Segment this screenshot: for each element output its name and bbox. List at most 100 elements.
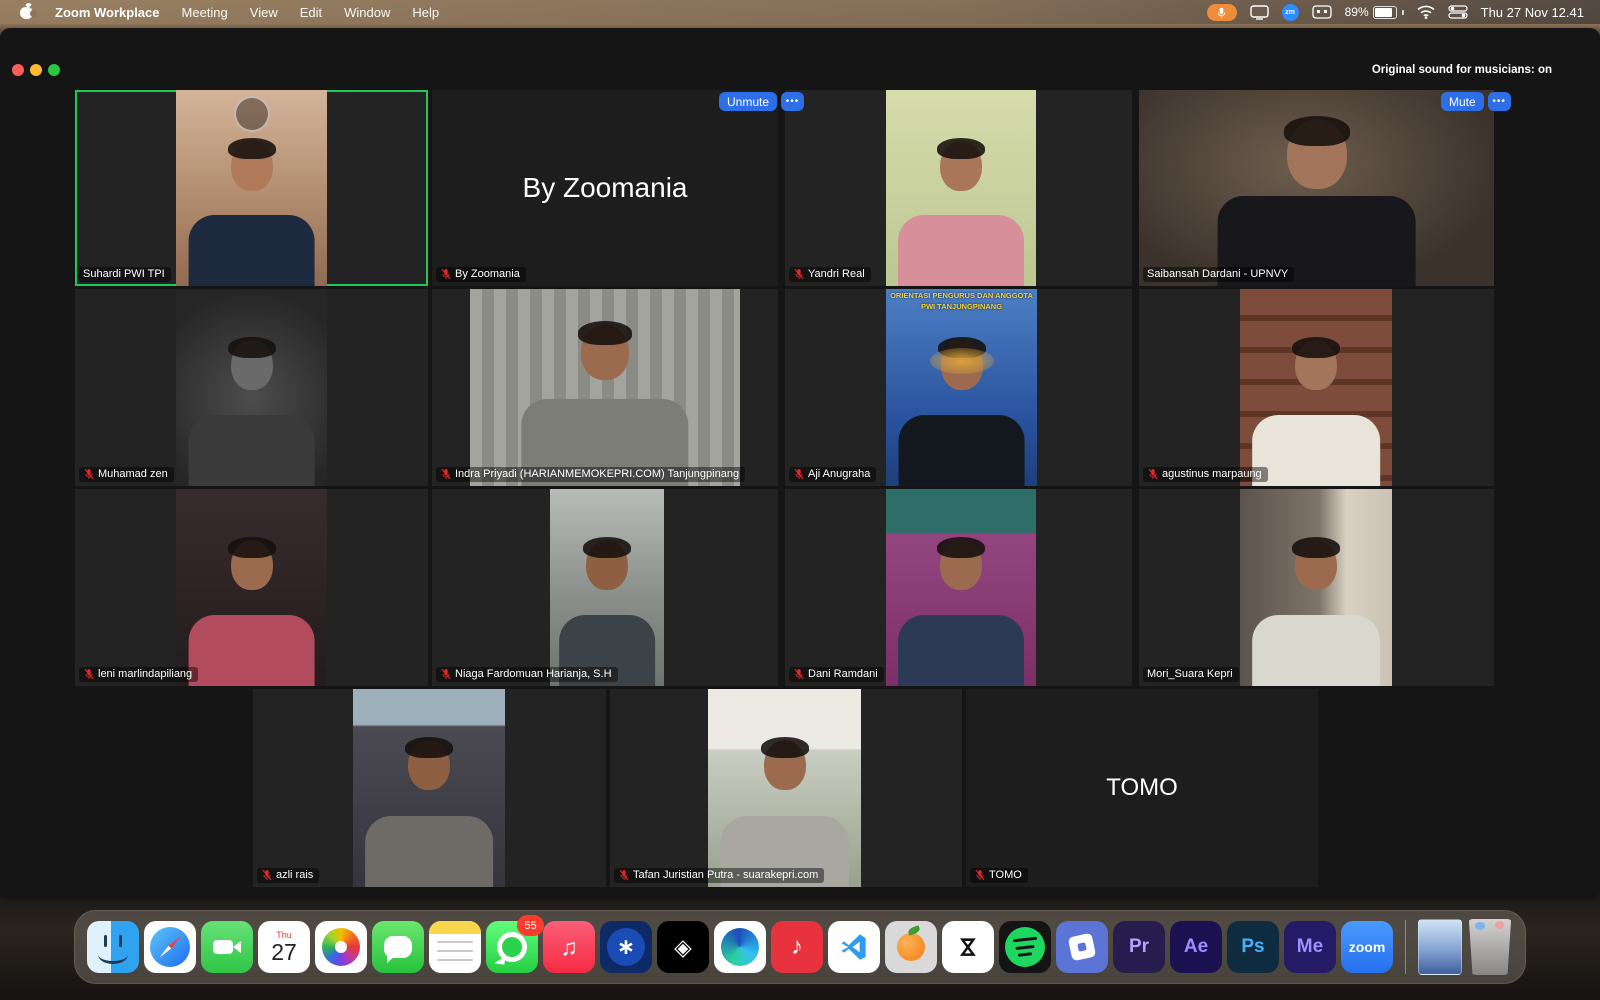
participant-tile-suhardi[interactable]: Suhardi PWI TPI [75,90,428,286]
menu-app-name[interactable]: Zoom Workplace [55,5,160,20]
participant-tile-muhamad[interactable]: Muhamad zen [75,289,428,486]
mic-in-use-indicator[interactable] [1207,4,1237,21]
desktop: Zoom Workplace Meeting View Edit Window … [0,0,1600,1000]
messages-icon[interactable] [372,921,424,973]
wifi-icon[interactable] [1417,5,1435,19]
participant-nametag: Dani Ramdani [789,667,884,682]
participant-video [886,90,1036,286]
participant-tile-niaga[interactable]: Niaga Fardomuan Harianja, S.H [432,489,778,686]
tile-display-text: TOMO [966,689,1318,887]
menu-help[interactable]: Help [412,5,439,20]
participant-nametag: Aji Anugraha [789,467,876,482]
participant-tile-azli[interactable]: azli rais [253,689,606,887]
participant-tile-by-zoomania[interactable]: By Zoomania By Zoomania [432,90,778,286]
roblox-icon[interactable] [1056,921,1108,973]
participant-tile-mori[interactable]: Mori_Suara Kepri [1139,489,1494,686]
whatsapp-icon[interactable]: 55 [486,921,538,973]
apple-music-icon[interactable]: ♫ [543,921,595,973]
mic-icon [1215,6,1228,19]
battery-percent: 89% [1345,5,1369,19]
window-zoom-button[interactable] [48,64,60,76]
facetime-icon[interactable] [201,921,253,973]
window-minimize-button[interactable] [30,64,42,76]
participant-video [708,689,861,887]
after-effects-icon[interactable]: Ae [1170,921,1222,973]
menu-view[interactable]: View [250,5,278,20]
participant-tile-dani[interactable]: Dani Ramdani [785,489,1132,686]
participant-nametag: TOMO [970,868,1028,883]
emblem-app-icon[interactable]: ◈ [657,921,709,973]
participant-tile-tafan[interactable]: Tafan Juristian Putra - suarakepri.com [610,689,962,887]
zoom-app-icon[interactable]: zoom [1341,921,1393,973]
participant-tile-tomo[interactable]: TOMO TOMO [966,689,1318,887]
participant-video [1240,489,1392,686]
participant-video [176,489,327,686]
unmute-controls: Unmute ••• [719,92,804,111]
mute-button[interactable]: Mute [1441,92,1484,111]
muted-mic-icon [793,668,805,680]
participant-nametag: Indra Priyadi (HARIANMEMOKEPRI.COM) Tanj… [436,467,745,482]
battery-status[interactable]: 89% [1345,5,1404,19]
whatsapp-badge: 55 [517,915,544,936]
participant-nametag: Saibansah Dardani - UPNVY [1143,267,1294,282]
menu-window[interactable]: Window [344,5,390,20]
participant-tile-agustinus[interactable]: agustinus marpaung [1139,289,1494,486]
vscode-icon[interactable] [828,921,880,973]
participant-nametag: Muhamad zen [79,467,174,482]
window-close-button[interactable] [12,64,24,76]
muted-mic-icon [793,468,805,480]
participant-tile-indra[interactable]: Indra Priyadi (HARIANMEMOKEPRI.COM) Tanj… [432,289,778,486]
control-center-icon[interactable] [1448,5,1468,19]
media-encoder-icon[interactable]: Me [1284,921,1336,973]
muted-mic-icon [261,869,273,881]
muted-mic-icon [440,268,452,280]
photoshop-icon[interactable]: Ps [1227,921,1279,973]
zoom-meeting-window: Original sound for musicians: on Unmute … [0,28,1600,900]
menu-edit[interactable]: Edit [300,5,322,20]
zoom-menubar-icon[interactable]: zm [1282,4,1299,21]
screen-share-icon[interactable] [1250,5,1269,20]
muted-mic-icon [974,869,986,881]
participant-video [176,90,327,286]
finder-icon[interactable] [87,921,139,973]
safari-icon[interactable] [144,921,196,973]
original-sound-status[interactable]: Original sound for musicians: on [1372,64,1552,76]
capcut-icon[interactable]: ⋈ [942,921,994,973]
minimized-window-thumbnail[interactable] [1418,919,1462,975]
trash-icon[interactable] [1467,919,1513,975]
audio-app-icon[interactable]: ∗ [600,921,652,973]
unmute-button[interactable]: Unmute [719,92,777,111]
muted-mic-icon [1147,468,1159,480]
calendar-icon[interactable]: Thu 27 [258,921,310,973]
notes-icon[interactable] [429,921,481,973]
edge-icon[interactable] [714,921,766,973]
apple-menu-icon[interactable] [20,5,33,19]
keyboard-icon[interactable] [1312,5,1332,19]
muted-mic-icon [793,268,805,280]
photos-icon[interactable] [315,921,367,973]
participant-tile-saibansah[interactable]: Saibansah Dardani - UPNVY [1139,90,1494,286]
premiere-pro-icon[interactable]: Pr [1113,921,1165,973]
mute-controls: Mute ••• [1441,92,1511,111]
participant-video [176,289,327,486]
participant-video [1139,90,1494,286]
more-options-button[interactable]: ••• [781,92,804,111]
macos-menu-bar: Zoom Workplace Meeting View Edit Window … [0,0,1600,24]
more-options-button[interactable]: ••• [1488,92,1511,111]
participant-nametag: Yandri Real [789,267,871,282]
participant-tile-aji[interactable]: ORIENTASI PENGURUS DAN ANGGOTA PWI TANJU… [785,289,1132,486]
participant-nametag: leni marlindapiliang [79,667,198,682]
participant-nametag: Tafan Juristian Putra - suarakepri.com [614,868,824,883]
participant-tile-leni[interactable]: leni marlindapiliang [75,489,428,686]
tile-display-text: By Zoomania [432,90,778,286]
participant-tile-yandri[interactable]: Yandri Real [785,90,1132,286]
participant-video [1240,289,1392,486]
spotify-icon[interactable] [999,921,1051,973]
menu-meeting[interactable]: Meeting [182,5,228,20]
tiktok-icon[interactable]: ♪ [771,921,823,973]
menubar-clock[interactable]: Thu 27 Nov 12.41 [1481,5,1584,20]
participant-video [550,489,664,686]
fl-studio-icon[interactable] [885,921,937,973]
participant-video [886,489,1036,686]
dock-divider [1405,920,1406,974]
